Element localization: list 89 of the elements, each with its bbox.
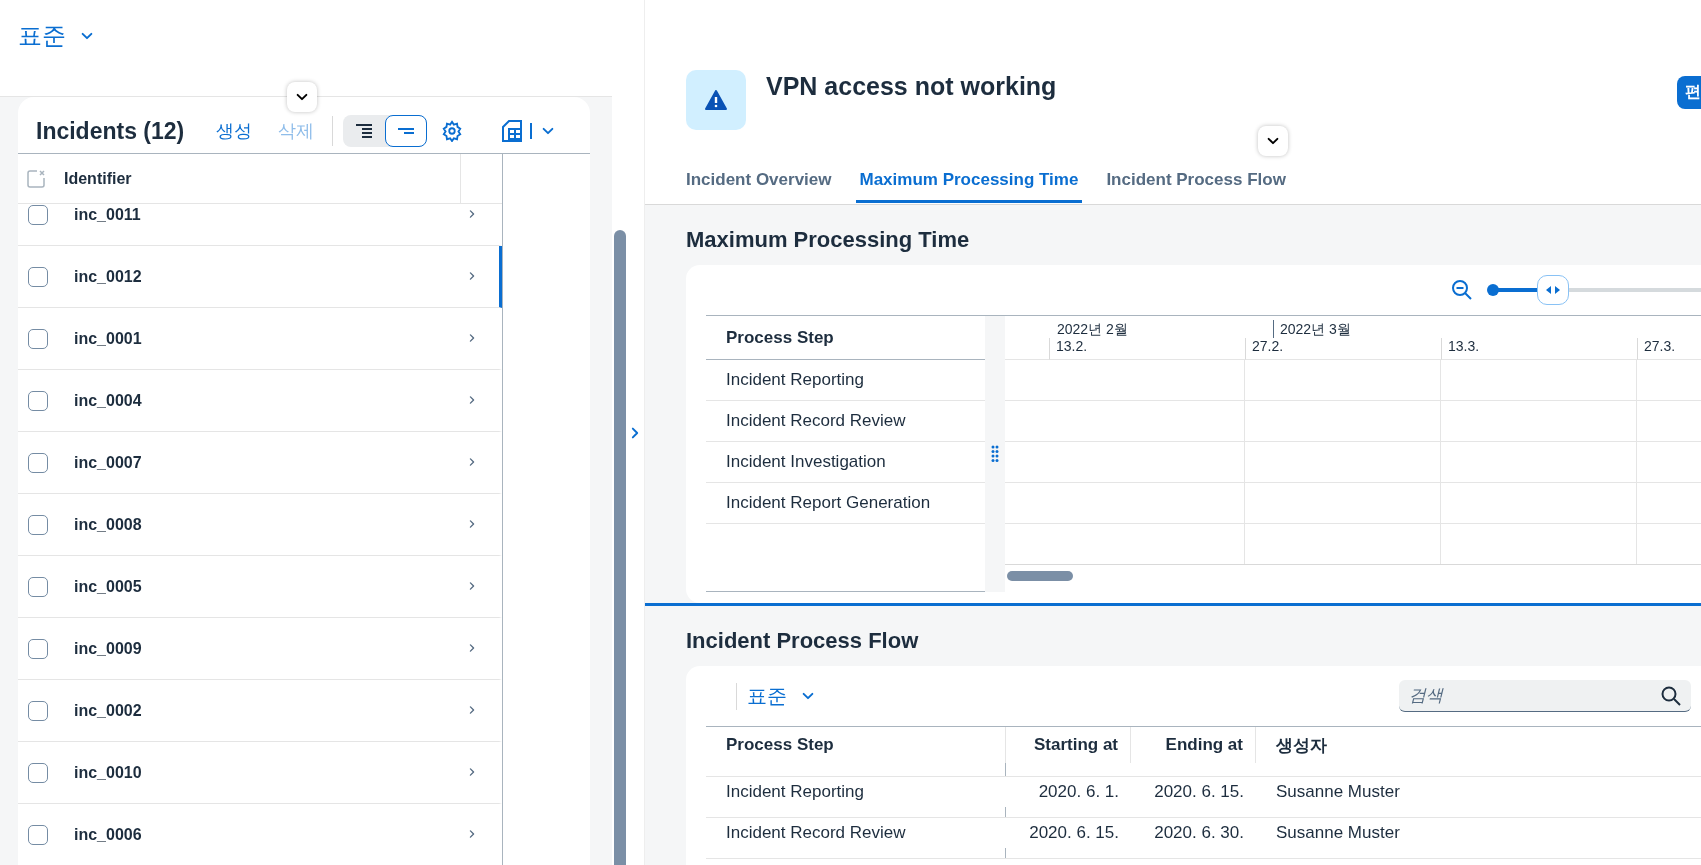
chevron-right-icon [467, 579, 477, 592]
incident-id: inc_0001 [74, 329, 143, 348]
incident-id: inc_0005 [74, 577, 143, 596]
row-checkbox[interactable] [28, 824, 48, 845]
edit-button[interactable]: 편 [1677, 76, 1701, 109]
section-tab[interactable]: Incident Overview [682, 164, 836, 203]
row-checkbox[interactable] [28, 638, 48, 659]
column-header: 생성자 [1275, 734, 1328, 757]
section-title: Maximum Processing Time [686, 227, 971, 253]
table-cell-text: Incident Reporting [725, 781, 865, 803]
table-cell-text: Susanne Muster [1275, 781, 1401, 803]
month-label: 2022년 2월 [1056, 320, 1129, 338]
row-checkbox[interactable] [28, 452, 48, 473]
list-row[interactable]: inc_0006 [18, 804, 502, 865]
incident-id: inc_0011 [74, 205, 142, 224]
object-title: VPN access not working [766, 72, 1057, 102]
slider-handle[interactable] [1537, 275, 1569, 305]
incident-id: inc_0009 [74, 639, 143, 658]
row-checkbox[interactable] [28, 762, 48, 783]
collapse-header-button[interactable] [1258, 126, 1288, 156]
list-row[interactable]: inc_0007 [18, 432, 502, 494]
chevron-right-icon [467, 827, 477, 840]
incident-id: inc_0010 [74, 763, 143, 782]
scrollbar-thumb[interactable] [614, 230, 626, 865]
view-toggle-button[interactable] [385, 115, 428, 147]
search-icon[interactable] [1661, 686, 1681, 706]
chevron-right-icon [467, 331, 477, 344]
chevron-right-icon [467, 641, 477, 654]
incident-id: inc_0007 [74, 453, 143, 472]
list-row[interactable]: inc_0012 [18, 246, 502, 308]
list-row[interactable]: inc_0005 [18, 556, 502, 618]
table-cell-text: Incident Record Review [725, 822, 907, 844]
row-checkbox[interactable] [28, 266, 48, 287]
list-row[interactable]: inc_0008 [18, 494, 502, 556]
chevron-right-icon [467, 703, 477, 716]
lines-icon [396, 127, 417, 135]
table-cell-text: 2020. 6. 15. [1028, 822, 1120, 844]
column-header: Starting at [1006, 727, 1131, 763]
month-label: 2022년 3월 [1273, 320, 1701, 338]
chevron-right-icon [467, 393, 477, 406]
table-cell-text: 2020. 6. 15. [1153, 781, 1245, 803]
column-header: Process Step [706, 727, 1006, 763]
table-cell-text: 2020. 6. 1. [1037, 781, 1120, 803]
lines-icon [354, 123, 375, 139]
table-cell-text: Susanne Muster [1275, 822, 1401, 844]
settings-icon [441, 120, 464, 142]
action-button[interactable]: 생성 [208, 115, 261, 147]
collapse-header-button[interactable] [287, 82, 317, 112]
date-label: 27.2. [1245, 338, 1441, 360]
row-checkbox[interactable] [28, 514, 48, 535]
row-checkbox[interactable] [28, 390, 48, 411]
list-row[interactable]: inc_0009 [18, 618, 502, 680]
zoom-out-icon[interactable] [1451, 279, 1473, 301]
variant-selector[interactable]: 표준 [18, 20, 94, 52]
date-label: 27.3. [1637, 338, 1701, 360]
row-checkbox[interactable] [28, 204, 48, 225]
scrollbar-thumb[interactable] [1007, 571, 1073, 581]
chevron-right-icon [467, 207, 477, 220]
section-tab[interactable]: Incident Process Flow [1102, 164, 1290, 203]
list-row[interactable]: inc_0010 [18, 742, 502, 804]
chevron-right-icon [467, 765, 477, 778]
variant-selector[interactable]: 표준 [747, 682, 815, 710]
drag-handle-icon[interactable] [991, 445, 999, 463]
row-checkbox[interactable] [28, 700, 48, 721]
deselect-all-icon[interactable] [26, 168, 46, 189]
chevron-right-icon [467, 455, 477, 468]
table-cell-text: 2020. 6. 30. [1153, 822, 1245, 844]
warning-icon [705, 90, 727, 110]
incident-id: inc_0006 [74, 825, 143, 844]
search-field[interactable]: 검색 [1399, 680, 1691, 712]
incident-id: inc_0004 [74, 391, 143, 410]
left-right-arrows-icon [1545, 285, 1561, 295]
incident-id: inc_0002 [74, 701, 143, 720]
section-title: Incident Process Flow [686, 628, 920, 654]
list-row[interactable]: inc_0004 [18, 370, 502, 432]
row-checkbox[interactable] [28, 328, 48, 349]
incident-id: inc_0008 [74, 515, 143, 534]
section-tab[interactable]: Maximum Processing Time [855, 164, 1083, 203]
chevron-right-icon [467, 269, 477, 282]
chevron-right-icon [467, 517, 477, 530]
list-row[interactable]: inc_0011 [18, 184, 502, 246]
list-row[interactable]: inc_0002 [18, 680, 502, 742]
list-row[interactable]: inc_0001 [18, 308, 502, 370]
date-label: 13.3. [1441, 338, 1637, 360]
column-header: Ending at [1131, 727, 1256, 763]
date-label: 13.2. [1049, 338, 1245, 360]
row-checkbox[interactable] [28, 576, 48, 597]
list-title: Incidents (12) [36, 117, 185, 145]
incident-id: inc_0012 [74, 267, 143, 286]
